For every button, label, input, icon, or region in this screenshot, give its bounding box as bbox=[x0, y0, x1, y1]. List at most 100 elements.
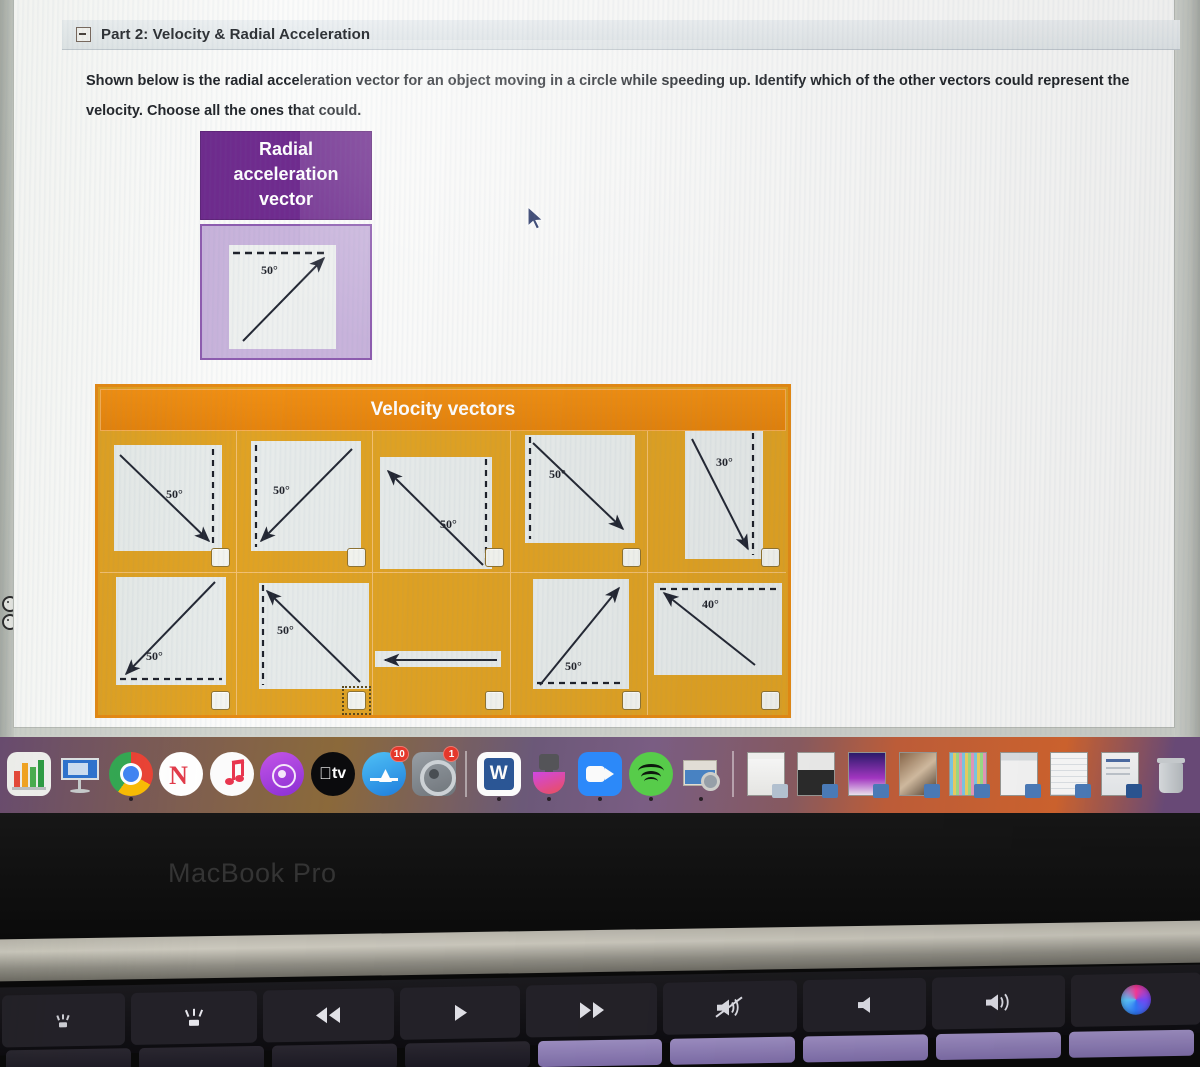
dock-item-word[interactable]: W bbox=[475, 749, 522, 801]
dock-item-spotify[interactable] bbox=[627, 749, 674, 801]
dock-item-numbers[interactable] bbox=[6, 749, 53, 799]
velocity-option-v5[interactable]: 30° bbox=[648, 431, 786, 573]
velocity-option-v10[interactable]: 40° bbox=[648, 573, 786, 715]
angle-label: 50° bbox=[440, 517, 457, 531]
dock-separator bbox=[465, 751, 468, 797]
rewind-key[interactable] bbox=[263, 987, 394, 1043]
vector-arrow-down-left bbox=[120, 581, 222, 681]
volume-up-key[interactable] bbox=[931, 975, 1065, 1030]
angle-label: 50° bbox=[146, 649, 163, 663]
dock-minimized-finder[interactable] bbox=[995, 749, 1042, 799]
radial-acceleration-body: 50° bbox=[200, 224, 372, 360]
vector-arrow-down-right-steep bbox=[691, 433, 755, 555]
keyboard-brightness-down-key[interactable] bbox=[2, 993, 125, 1048]
velocity-option-v9[interactable]: 50° bbox=[511, 573, 648, 715]
vector-box: 50° bbox=[259, 583, 369, 689]
key-f6[interactable] bbox=[803, 1034, 929, 1063]
dock-item-preview[interactable] bbox=[678, 749, 725, 801]
macos-dock: N tv ▲ 10 1 W bbox=[0, 737, 1200, 813]
velocity-vectors-title: Velocity vectors bbox=[100, 389, 786, 431]
velocity-option-v4[interactable]: 50° bbox=[511, 431, 648, 573]
dock-minimized-picture[interactable] bbox=[894, 749, 941, 799]
velocity-option-v8[interactable] bbox=[373, 573, 511, 715]
dock-item-app-store[interactable]: ▲ 10 bbox=[360, 746, 409, 799]
dock-minimized-gradient[interactable] bbox=[844, 749, 891, 799]
vector-box: 40° bbox=[654, 583, 782, 675]
vector-box bbox=[375, 651, 501, 667]
radial-acceleration-panel: Radial acceleration vector 50° bbox=[200, 131, 372, 360]
key-f7[interactable] bbox=[936, 1031, 1062, 1061]
dock-item-news[interactable]: N bbox=[158, 749, 205, 799]
key-f5[interactable] bbox=[670, 1036, 796, 1065]
dock-item-chrome[interactable] bbox=[107, 749, 154, 801]
velocity-checkbox-v6[interactable] bbox=[211, 691, 230, 710]
siri-key[interactable] bbox=[1070, 972, 1200, 1027]
angle-label: 50° bbox=[277, 623, 294, 637]
angle-label: 40° bbox=[702, 597, 719, 611]
mute-key[interactable] bbox=[662, 980, 798, 1035]
minus-square-icon[interactable] bbox=[76, 27, 91, 42]
vector-box: 50° bbox=[251, 441, 361, 551]
dock-item-trash[interactable] bbox=[1147, 749, 1194, 799]
volume-down-key[interactable] bbox=[803, 977, 926, 1033]
velocity-option-v2[interactable]: 50° bbox=[237, 431, 373, 573]
key-f4[interactable] bbox=[537, 1038, 663, 1067]
key-f2[interactable] bbox=[271, 1043, 397, 1067]
keyboard-brightness-up-key[interactable] bbox=[130, 990, 258, 1046]
key-esc[interactable] bbox=[6, 1048, 131, 1067]
velocity-checkbox-v10[interactable] bbox=[761, 691, 780, 710]
velocity-option-v6[interactable]: 50° bbox=[100, 573, 237, 715]
velocity-checkbox-v8[interactable] bbox=[485, 691, 504, 710]
dock-minimized-spreadsheet[interactable] bbox=[1046, 749, 1093, 799]
velocity-option-v3[interactable]: 50° bbox=[373, 431, 511, 573]
dock-minimized-document[interactable] bbox=[742, 749, 789, 799]
vector-arrow-down-left bbox=[254, 445, 353, 547]
velocity-row-1: 50° 50° 50° 50° 30° bbox=[100, 431, 786, 573]
velocity-checkbox-v7[interactable] bbox=[342, 686, 371, 715]
dock-item-ableton[interactable] bbox=[526, 749, 573, 801]
dock-minimized-word[interactable] bbox=[1097, 749, 1144, 799]
velocity-option-v7[interactable]: 50° bbox=[237, 573, 373, 715]
radial-vector-box: 50° bbox=[229, 245, 336, 349]
part-title: Part 2: Velocity & Radial Acceleration bbox=[101, 26, 371, 43]
dock-item-system-preferences[interactable]: 1 bbox=[411, 746, 460, 799]
vector-arrow-up-left bbox=[386, 459, 488, 567]
velocity-option-v1[interactable]: 50° bbox=[100, 431, 237, 573]
dock-item-podcasts[interactable] bbox=[259, 749, 306, 799]
velocity-vectors-grid: 50° 50° 50° 50° 30° 50° 50° 50° 40° bbox=[100, 431, 786, 715]
velocity-checkbox-v1[interactable] bbox=[211, 548, 230, 567]
assignment-page: Part 2: Velocity & Radial Acceleration S… bbox=[14, 0, 1180, 727]
velocity-checkbox-v9[interactable] bbox=[622, 691, 641, 710]
radial-angle-label: 50° bbox=[261, 263, 278, 277]
dock-item-music[interactable] bbox=[208, 749, 255, 799]
dock-separator-minimized bbox=[732, 751, 735, 797]
vector-arrow-up-left bbox=[261, 585, 361, 685]
key-f3[interactable] bbox=[404, 1041, 530, 1067]
velocity-checkbox-v3[interactable] bbox=[485, 548, 504, 567]
key-f1[interactable] bbox=[138, 1045, 264, 1067]
part-header[interactable]: Part 2: Velocity & Radial Acceleration bbox=[62, 20, 1180, 50]
velocity-checkbox-v2[interactable] bbox=[347, 548, 366, 567]
dock-minimized-photo[interactable] bbox=[793, 749, 840, 799]
velocity-vectors-panel: Velocity vectors 50° 50° 50° 50° 30° 50°… bbox=[95, 384, 791, 718]
velocity-checkbox-v4[interactable] bbox=[622, 548, 641, 567]
radial-vector-arrow bbox=[233, 251, 327, 342]
velocity-checkbox-v5[interactable] bbox=[761, 548, 780, 567]
dock-item-keynote[interactable] bbox=[57, 749, 104, 799]
dock-item-zoom[interactable] bbox=[577, 749, 624, 801]
dock-item-apple-tv[interactable]:  tv bbox=[310, 749, 357, 799]
play-pause-key[interactable] bbox=[399, 985, 521, 1040]
system-preferences-badge: 1 bbox=[443, 746, 460, 762]
angle-label: 50° bbox=[549, 467, 566, 481]
dock-minimized-ableton[interactable] bbox=[945, 749, 992, 799]
angle-label: 30° bbox=[716, 455, 733, 469]
fast-forward-key[interactable] bbox=[526, 982, 657, 1038]
screenshot-root: Part 2: Velocity & Radial Acceleration S… bbox=[0, 0, 1200, 1067]
page-scrollbar[interactable] bbox=[1174, 0, 1200, 737]
dock-running-dot bbox=[699, 797, 704, 801]
vector-box: 30° bbox=[685, 431, 763, 559]
dock-running-dot bbox=[597, 797, 602, 801]
vector-box: 50° bbox=[116, 577, 226, 685]
velocity-row-2: 50° 50° 50° 40° bbox=[100, 573, 786, 715]
key-f8[interactable] bbox=[1069, 1029, 1195, 1058]
